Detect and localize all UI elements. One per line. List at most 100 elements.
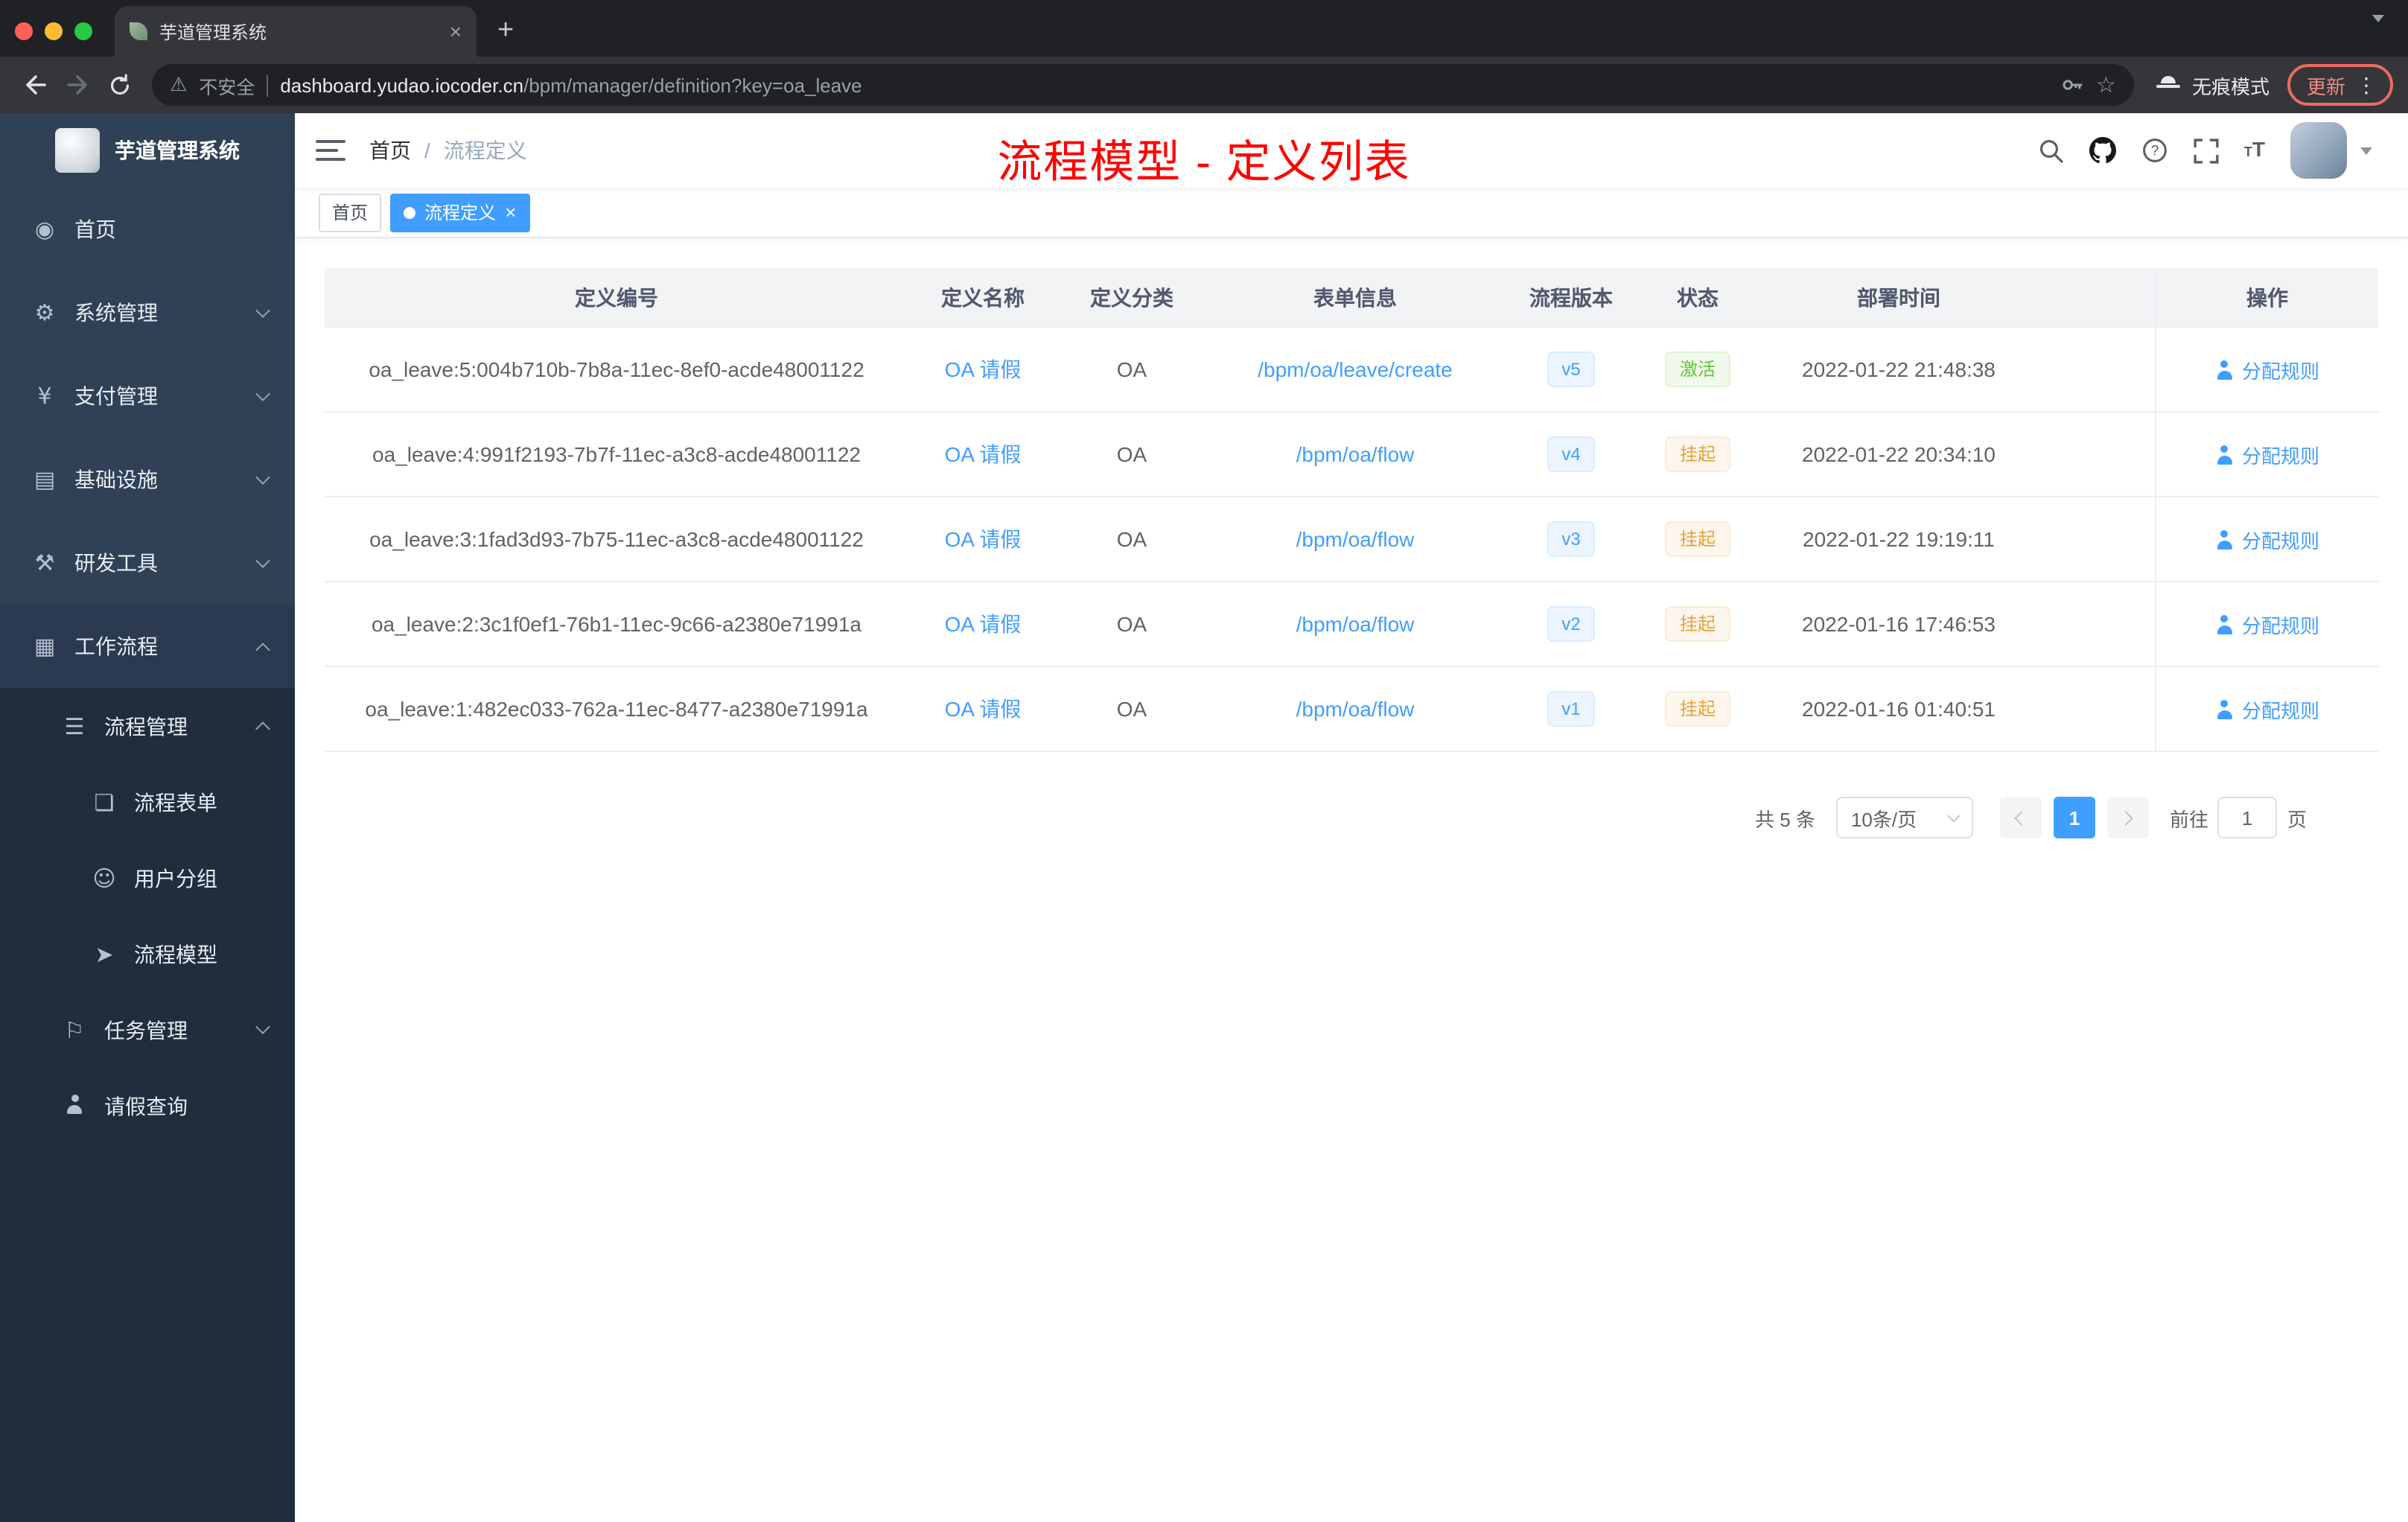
reload-icon[interactable] [98,64,140,106]
incognito-icon [2155,73,2182,97]
tag-process-definition[interactable]: 流程定义 × [390,193,530,232]
assign-rule-link[interactable]: 分配规则 [2215,610,2319,638]
total-count: 共 5 条 [1755,808,1815,830]
col-definition-id: 定义编号 [575,285,658,309]
new-tab-button[interactable]: + [497,16,514,45]
status-badge: 挂起 [1664,436,1730,472]
tags-bar: 首页 流程定义 × [295,188,2408,238]
zoom-window-button[interactable] [74,22,92,40]
tag-close-icon[interactable]: × [505,203,516,222]
browser-menu-icon[interactable]: ⋮ [2356,74,2377,95]
browser-tab[interactable]: 芋道管理系统 × [115,6,477,57]
goto-label: 前往 [2169,808,2208,830]
deploy-time: 2022-01-16 17:46:53 [1802,612,1995,636]
assign-rule-link[interactable]: 分配规则 [2215,695,2319,723]
sidebar-item-task-mgmt[interactable]: ⚐ 任务管理 [0,992,295,1068]
password-key-icon[interactable] [2060,73,2084,97]
sidebar-item-process-model[interactable]: ➤ 流程模型 [0,916,295,992]
chevron-down-icon [255,469,270,484]
brand-area[interactable]: 芋道管理系统 [0,113,295,188]
minimize-window-button[interactable] [45,22,63,40]
definition-category: OA [1116,442,1147,466]
sidebar-item-process-mgmt[interactable]: ☰ 流程管理 [0,688,295,764]
col-form-info: 表单信息 [1313,285,1397,309]
definition-id: oa_leave:1:482ec033-762a-11ec-8477-a2380… [365,697,868,721]
yen-icon: ¥ [37,383,52,410]
breadcrumb-home[interactable]: 首页 [369,136,411,165]
chevron-down-icon [1947,809,1961,822]
url-text[interactable]: dashboard.yudao.iocoder.cn/bpm/manager/d… [280,74,861,96]
security-label[interactable]: 不安全 [199,71,255,99]
current-page-button[interactable]: 1 [2053,797,2095,838]
navbar-actions: ? TT [2039,122,2372,179]
version-badge: v1 [1547,691,1596,727]
next-page-button[interactable] [2106,797,2149,838]
tab-close-icon[interactable]: × [450,21,462,42]
form-link[interactable]: /bpm/oa/flow [1296,527,1415,551]
form-icon: ❏ [94,789,115,815]
sidebar-item-payment-mgmt[interactable]: ¥ 支付管理 [0,354,295,438]
form-link[interactable]: /bpm/oa/leave/create [1258,357,1453,381]
col-definition-name: 定义名称 [941,285,1025,309]
form-link[interactable]: /bpm/oa/flow [1296,442,1415,466]
fullscreen-icon[interactable] [2194,138,2219,163]
form-link[interactable]: /bpm/oa/flow [1296,697,1415,721]
update-label[interactable]: 更新 [2307,71,2345,99]
back-icon[interactable] [15,64,57,106]
divider [267,74,269,96]
url-host: dashboard.yudao.iocoder.cn [280,74,524,96]
github-icon[interactable] [2089,137,2116,164]
sidebar-item-home[interactable]: ◉ 首页 [0,188,295,271]
definition-name-link[interactable]: OA 请假 [945,354,1022,384]
url-path: /bpm/manager/definition?key=oa_leave [523,74,862,96]
form-link[interactable]: /bpm/oa/flow [1296,612,1415,636]
avatar[interactable] [2290,122,2347,179]
sidebar-item-user-group[interactable]: ☺ 用户分组 [0,840,295,916]
definition-name-link[interactable]: OA 请假 [945,439,1022,469]
sidebar-item-infrastructure[interactable]: ▤ 基础设施 [0,438,295,521]
page-size-select[interactable]: 10条/页 [1835,797,1973,838]
chevron-left-icon [2015,810,2030,825]
forward-icon[interactable] [57,64,98,106]
status-badge: 挂起 [1664,691,1730,727]
update-chrome-button[interactable]: 更新 ⋮ [2287,64,2393,106]
status-badge: 挂起 [1664,521,1730,557]
close-window-button[interactable] [15,22,33,40]
sidebar-item-process-form[interactable]: ❏ 流程表单 [0,764,295,840]
assign-rule-link[interactable]: 分配规则 [2215,525,2319,553]
search-icon[interactable] [2039,138,2064,163]
chevron-up-icon [255,642,270,657]
definition-name-link[interactable]: OA 请假 [945,609,1022,639]
tag-home[interactable]: 首页 [319,193,382,232]
table-header-row: 定义编号 定义名称 定义分类 表单信息 流程版本 状态 部署时间 操作 [325,268,2378,328]
user-icon [2215,445,2235,464]
deploy-time: 2022-01-22 21:48:38 [1802,357,1995,381]
help-icon[interactable]: ? [2141,137,2168,164]
prev-page-button[interactable] [1999,797,2042,838]
assign-rule-link[interactable]: 分配规则 [2215,355,2319,383]
definitions-table: 定义编号 定义名称 定义分类 表单信息 流程版本 状态 部署时间 操作 oa_l… [325,268,2378,752]
tab-search-chevron-icon[interactable] [2372,15,2384,49]
sidebar-item-dev-tools[interactable]: ⚒ 研发工具 [0,521,295,605]
svg-text:?: ? [2151,144,2159,159]
dashboard-icon: ◉ [34,216,55,243]
avatar-caret-icon[interactable] [2360,147,2372,154]
definition-name-link[interactable]: OA 请假 [945,524,1022,554]
hamburger-icon[interactable] [316,140,345,161]
goto-page-input[interactable] [2217,797,2277,838]
col-version: 流程版本 [1529,285,1613,309]
col-deploy-time: 部署时间 [1857,285,1940,309]
definition-id: oa_leave:4:991f2193-7b7f-11ec-a3c8-acde4… [372,442,861,466]
assign-rule-link[interactable]: 分配规则 [2215,440,2319,468]
bookmark-star-icon[interactable]: ☆ [2096,71,2116,98]
briefcase-icon: ▦ [34,633,56,660]
font-size-icon[interactable]: TT [2244,138,2265,162]
sidebar-item-leave-query[interactable]: 请假查询 [0,1068,295,1144]
definition-category: OA [1116,357,1147,381]
sidebar-item-system-mgmt[interactable]: ⚙ 系统管理 [0,271,295,354]
definition-name-link[interactable]: OA 请假 [945,694,1022,724]
pagination: 共 5 条 10条/页 1 前往 页 [325,797,2378,838]
deploy-time: 2022-01-22 19:19:11 [1803,527,1995,551]
sidebar-item-workflow[interactable]: ▦ 工作流程 [0,605,295,688]
address-bar[interactable]: ⚠ 不安全 dashboard.yudao.iocoder.cn/bpm/man… [152,64,2134,106]
